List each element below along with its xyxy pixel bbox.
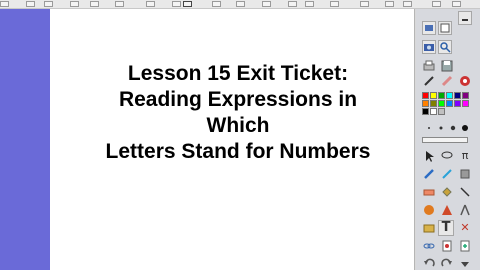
color-swatch[interactable]	[438, 100, 445, 107]
save-icon[interactable]	[440, 59, 454, 73]
delete-icon[interactable]: ✕	[458, 221, 472, 235]
toolbar-icon[interactable]	[236, 1, 245, 7]
toolbox-panel: π T ✕	[416, 9, 480, 270]
toolbar-icon[interactable]	[432, 1, 441, 7]
top-toolbar-strip	[0, 0, 480, 9]
link-icon[interactable]	[422, 239, 436, 253]
redo-icon[interactable]	[440, 257, 454, 271]
camera-icon[interactable]	[422, 40, 436, 54]
pi-label: π	[461, 149, 469, 162]
minimize-icon[interactable]	[458, 11, 472, 25]
title-line: Which	[206, 114, 270, 137]
toolbar-icon[interactable]	[360, 1, 369, 7]
line-tool-icon[interactable]	[458, 185, 472, 199]
color-swatch[interactable]	[446, 100, 453, 107]
color-swatch[interactable]	[438, 108, 445, 115]
shape-icon[interactable]	[458, 167, 472, 181]
print-icon[interactable]	[422, 59, 436, 73]
text-tool-label: T	[441, 220, 451, 235]
toolbar-icon[interactable]	[172, 1, 181, 7]
toolbar-icon[interactable]	[305, 1, 314, 7]
slide-title: Lesson 15 Exit Ticket: Reading Expressio…	[50, 61, 426, 165]
title-line: Letters Stand for Numbers	[105, 140, 371, 163]
stamp-icon[interactable]	[422, 203, 436, 217]
title-line: Reading Expressions in	[118, 88, 358, 111]
fill-bucket-icon[interactable]	[440, 185, 454, 199]
toolbar-icon[interactable]	[262, 1, 271, 7]
color-swatch[interactable]	[454, 92, 461, 99]
color-swatch[interactable]	[422, 100, 429, 107]
toolbar-icon[interactable]	[26, 1, 35, 7]
ruler-icon[interactable]	[422, 185, 436, 199]
window-icon[interactable]	[438, 21, 452, 35]
toolbar-icon[interactable]	[403, 1, 412, 7]
pi-icon[interactable]: π	[458, 149, 472, 163]
compass-icon[interactable]	[458, 203, 472, 217]
color-swatch[interactable]	[438, 92, 445, 99]
toolbar-icon[interactable]	[330, 1, 339, 7]
color-palette	[422, 92, 470, 118]
color-swatch[interactable]	[446, 92, 453, 99]
color-swatch[interactable]	[430, 100, 437, 107]
folder-icon[interactable]	[422, 221, 436, 235]
dropdown-icon[interactable]	[458, 257, 472, 271]
color-swatch[interactable]	[422, 108, 429, 115]
lasso-icon[interactable]	[440, 149, 454, 163]
color-swatch[interactable]	[454, 100, 461, 107]
mirror-icon[interactable]	[440, 203, 454, 217]
highlighter-icon[interactable]	[440, 74, 454, 88]
toolbar-icon[interactable]	[183, 1, 192, 7]
toolbar-icon[interactable]	[44, 1, 53, 7]
toolbar-icon[interactable]	[452, 1, 461, 7]
line-width-xlarge-icon[interactable]	[458, 121, 472, 135]
toolbar-icon[interactable]	[0, 1, 9, 7]
pen-icon[interactable]	[422, 74, 436, 88]
add-page-icon[interactable]	[458, 239, 472, 253]
toolbar-icon[interactable]	[288, 1, 297, 7]
eraser-icon[interactable]	[458, 74, 472, 88]
toolbar-icon[interactable]	[90, 1, 99, 7]
color-swatch[interactable]	[462, 100, 469, 107]
color-swatch[interactable]	[462, 92, 469, 99]
toolbar-icon[interactable]	[70, 1, 79, 7]
toolbar-icon[interactable]	[115, 1, 124, 7]
slide-left-band	[0, 9, 50, 270]
marker-icon[interactable]	[422, 167, 436, 181]
delete-label: ✕	[460, 221, 470, 234]
brush-icon[interactable]	[440, 167, 454, 181]
color-swatch[interactable]	[430, 108, 437, 115]
toolbar-icon[interactable]	[146, 1, 155, 7]
undo-icon[interactable]	[422, 257, 436, 271]
select-arrow-icon[interactable]	[422, 149, 436, 163]
transparency-slider[interactable]	[422, 137, 468, 143]
toolbar-icon[interactable]	[385, 1, 394, 7]
title-line: Lesson 15 Exit Ticket:	[127, 62, 349, 85]
toolbar-icon[interactable]	[212, 1, 221, 7]
magnifier-icon[interactable]	[438, 40, 452, 54]
color-swatch[interactable]	[430, 92, 437, 99]
settings-icon[interactable]	[422, 21, 436, 35]
slide-page[interactable]: Lesson 15 Exit Ticket: Reading Expressio…	[50, 9, 414, 270]
text-tool-icon[interactable]: T	[438, 220, 454, 236]
color-swatch[interactable]	[422, 92, 429, 99]
record-icon[interactable]	[440, 239, 454, 253]
